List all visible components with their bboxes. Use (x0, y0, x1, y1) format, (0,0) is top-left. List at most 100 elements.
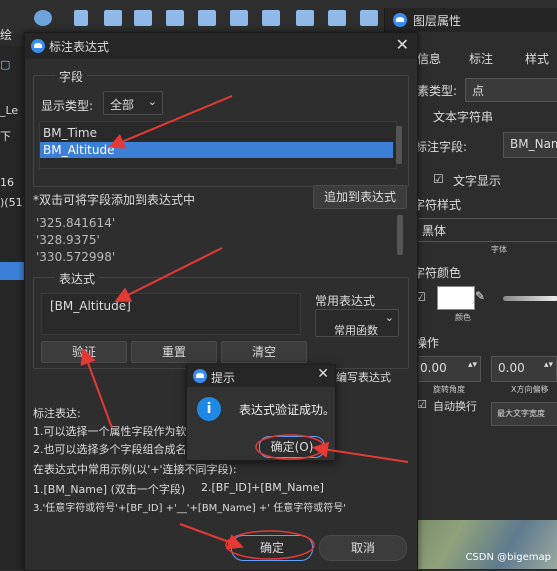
char-style-label: 字符样式 (413, 198, 462, 212)
op-label: 操作 (415, 336, 440, 350)
tab-style[interactable]: 样式 (525, 50, 549, 67)
checkbox-icon[interactable]: ☑ (433, 172, 444, 186)
line-tool-icon[interactable] (74, 10, 88, 26)
xoffset-caption: X方向偏移 (511, 385, 549, 394)
message-text: 表达式验证成功。 (239, 403, 336, 417)
label-expression-dialog: 标注表达式 ✕ 字段 显示类型: 全部 ⌄ BM_Time BM_Altitud… (24, 32, 418, 571)
shape-tool-icon[interactable] (262, 10, 280, 26)
list-item[interactable]: '325.841614' (33, 215, 115, 231)
chevron-down-icon: ⌄ (384, 311, 394, 324)
watermark: CSDN @bigemap (465, 552, 551, 563)
rotate-spinbox[interactable]: 0.00 ▴▾ (415, 356, 481, 382)
validation-message-box: 提示 ✕ i 表达式验证成功。 确定(O) (186, 364, 336, 461)
close-icon[interactable]: ✕ (317, 366, 329, 382)
autowrap-label: 自动换行 (433, 400, 477, 413)
pen-tool-icon[interactable] (328, 10, 346, 26)
rotate-value: 0.00 (420, 361, 447, 375)
field-list[interactable]: BM_Time BM_Altitude (39, 121, 402, 169)
message-title: 提示 (211, 371, 236, 385)
feature-type-select[interactable]: 点 (465, 78, 557, 102)
expression-group-label: 表达式 (55, 270, 100, 287)
text-display-label: 文字显示 (453, 174, 502, 188)
feature-type-value: 点 (472, 84, 485, 98)
app-logo-icon (31, 39, 45, 53)
tab-info[interactable]: 信息 (417, 50, 441, 67)
display-type-select[interactable]: 全部 ⌄ (103, 91, 163, 115)
left-selected-row[interactable] (0, 262, 24, 280)
field-group-label: 字段 (55, 68, 88, 85)
value-list[interactable]: '325.841614' '328.9375' '330.572998' (33, 211, 407, 265)
font-caption: 字体 (491, 245, 507, 254)
validate-button[interactable]: 验证 (41, 341, 127, 363)
char-color-label: 字符颜色 (413, 266, 462, 280)
eyedropper-icon[interactable]: ✎ (475, 289, 485, 303)
label-field-select[interactable]: BM_Nam (503, 132, 557, 158)
hint-text: *双击可将字段添加到表达式中 (33, 193, 196, 207)
display-type-label: 显示类型: (41, 99, 94, 113)
common-function-select[interactable]: ⌄ 常用函数 (315, 309, 399, 337)
info-icon: i (197, 397, 221, 421)
common-function-label: 常用函数 (334, 324, 378, 337)
edit-tool-icon[interactable] (360, 10, 378, 26)
expression-textarea[interactable]: [BM_Altitude] (41, 293, 301, 335)
common-expression-label: 常用表达式 (315, 294, 376, 308)
label-field-label: 标注字段: (415, 140, 468, 154)
reset-button[interactable]: 重置 (131, 341, 217, 363)
message-ok-button[interactable]: 确定(O) (259, 436, 325, 458)
dialog-titlebar: 标注表达式 ✕ (25, 33, 417, 59)
toolbar-label: 绘 (0, 28, 13, 42)
font-value: 黑体 (422, 224, 447, 238)
left-item-2[interactable]: 下 (0, 128, 11, 144)
list-item-selected[interactable]: BM_Altitude (40, 142, 393, 158)
panel-title: 图层属性 (413, 14, 462, 28)
display-type-value: 全部 (110, 98, 135, 112)
layer-icon[interactable]: ▢ (0, 58, 10, 71)
cancel-button[interactable]: 取消 (319, 535, 407, 561)
text-symbol-label: 文本字符串 (433, 110, 494, 124)
app-logo-icon (393, 13, 407, 27)
left-item-1[interactable]: _Le (0, 104, 18, 117)
cup-tool-icon[interactable] (296, 10, 314, 26)
opacity-slider[interactable] (503, 296, 557, 301)
close-icon[interactable]: ✕ (396, 35, 409, 54)
add-to-expression-button[interactable]: 追加到表达式 (313, 185, 407, 209)
spin-arrows-icon[interactable]: ▴▾ (468, 360, 477, 370)
ok-button[interactable]: 确定 (231, 535, 313, 561)
left-panel: ▢ _Le 下 16 )(51) (0, 46, 27, 569)
rotate-caption: 旋转角度 (433, 385, 465, 394)
polygon-tool-icon[interactable] (166, 10, 184, 26)
field-list-scrollbar[interactable] (396, 126, 402, 164)
note-line-3: 在表达式中常用示例(以'+'连接不同字段): (33, 463, 237, 476)
diamond-tool-icon[interactable] (230, 10, 248, 26)
left-item-3[interactable]: 16 (0, 176, 14, 189)
app-logo-icon (193, 369, 207, 383)
tab-label[interactable]: 标注 (469, 50, 493, 67)
label-field-value: BM_Nam (510, 137, 557, 151)
max-width-box[interactable]: 最大文字宽度 (491, 402, 557, 426)
xoffset-spinbox[interactable]: 0.00 ▴▾ (491, 356, 557, 382)
chevron-down-icon: ⌄ (147, 95, 157, 108)
note-line-1: 1.可以选择一个属性字段作为软件中 (33, 425, 209, 438)
rectangle-tool-icon[interactable] (134, 10, 152, 26)
polyline-tool-icon[interactable] (104, 10, 122, 26)
max-text-label: 最大文字宽度 (497, 409, 545, 418)
expression-text: [BM_Altitude] (50, 299, 131, 313)
spin-arrows-icon[interactable]: ▴▾ (544, 360, 553, 370)
left-item-4[interactable]: )(51) (0, 196, 27, 209)
xoffset-value: 0.00 (498, 361, 525, 375)
value-list-scrollbar[interactable] (397, 215, 403, 255)
note-line-4a: 1.[BM_Name] (双击一个字段) (33, 483, 186, 496)
pin-icon[interactable] (34, 10, 52, 26)
list-item[interactable]: '330.572998' (33, 249, 115, 265)
square-tool-icon[interactable] (198, 10, 216, 26)
panel-titlebar: 图层属性 (385, 8, 557, 32)
list-item[interactable]: '328.9375' (33, 232, 100, 248)
message-titlebar: 提示 ✕ (187, 365, 335, 387)
notes-title: 标注表达: (33, 407, 81, 420)
clear-button[interactable]: 清空 (221, 341, 307, 363)
color-swatch[interactable] (437, 286, 475, 310)
autowrap-checkbox-icon[interactable]: ☑ (417, 398, 427, 411)
list-item[interactable]: BM_Time (40, 125, 393, 141)
note-line-5: 3.'任意字符或符号'+[BF_ID] +'__'+[BM_Name] +' 任… (33, 503, 346, 514)
font-select[interactable]: 黑体 (415, 218, 557, 242)
